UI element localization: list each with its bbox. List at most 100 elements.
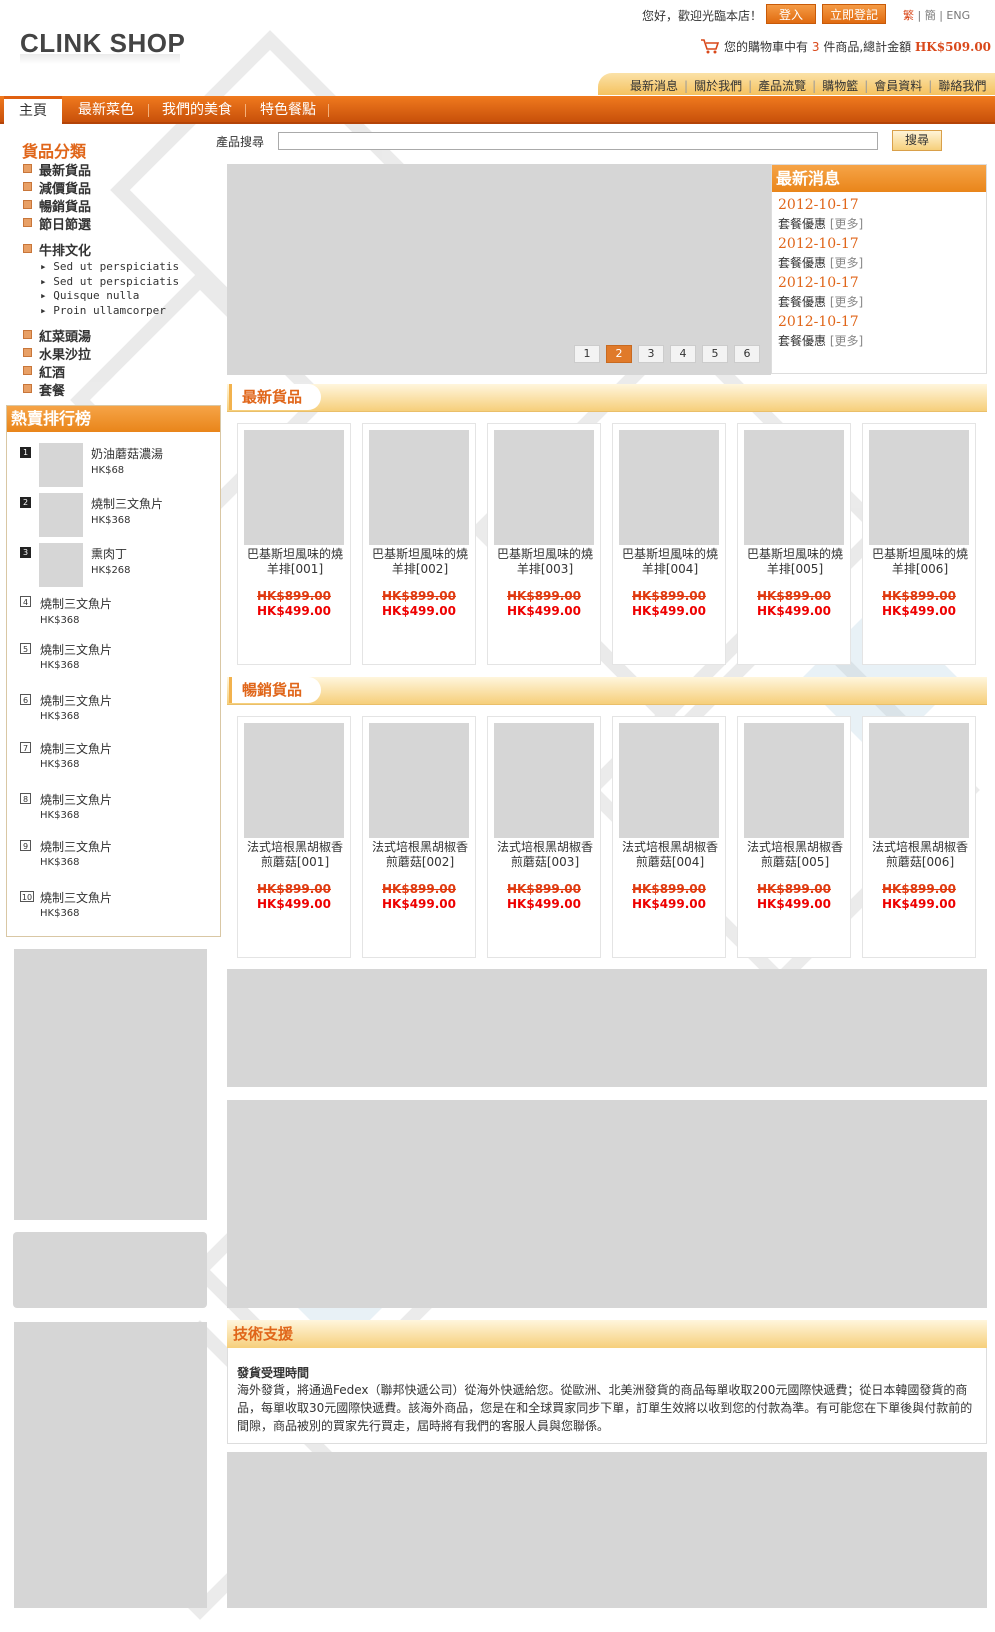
bullet-icon [23,330,32,339]
product-name[interactable]: 法式培根黑胡椒香煎蘑菇[002] [367,840,473,870]
link-basket[interactable]: 購物籃 [822,79,858,93]
ranking-item-name[interactable]: 燒制三文魚片 [40,791,112,808]
product-image[interactable] [869,430,969,545]
product-image[interactable] [244,723,344,838]
lang-english[interactable]: ENG [946,9,970,22]
tab-specials[interactable]: 特色餐點 [252,96,324,124]
category-festival[interactable]: 節日節選 [39,214,91,233]
product-name[interactable]: 法式培根黑胡椒香煎蘑菇[003] [492,840,598,870]
tab-our-food[interactable]: 我們的美食 [154,96,240,124]
product-name[interactable]: 巴基斯坦風味的燒羊排[001] [242,547,348,577]
product-card[interactable]: 法式培根黑胡椒香煎蘑菇[003] HK$899.00 HK$499.00 [487,716,601,958]
product-card[interactable]: 巴基斯坦風味的燒羊排[004] HK$899.00 HK$499.00 [612,423,726,665]
link-news[interactable]: 最新消息 [630,79,678,93]
product-image[interactable] [619,430,719,545]
product-card[interactable]: 巴基斯坦風味的燒羊排[006] HK$899.00 HK$499.00 [862,423,976,665]
ranking-item-name[interactable]: 燒制三文魚片 [40,692,112,709]
ranking-thumbnail[interactable] [39,543,83,587]
category-set-meal[interactable]: 套餐 [39,380,65,399]
news-item[interactable]: 套餐優惠 [更多] [778,293,863,310]
product-name[interactable]: 巴基斯坦風味的燒羊排[002] [367,547,473,577]
product-image[interactable] [744,723,844,838]
greeting-text: 您好，歡迎光臨本店！ [642,9,763,23]
cart-icon[interactable] [700,38,720,54]
login-button[interactable]: 登入 [766,4,816,24]
product-image[interactable] [494,723,594,838]
product-card[interactable]: 法式培根黑胡椒香煎蘑菇[006] HK$899.00 HK$499.00 [862,716,976,958]
product-image[interactable] [869,723,969,838]
product-card[interactable]: 法式培根黑胡椒香煎蘑菇[004] HK$899.00 HK$499.00 [612,716,726,958]
link-contact[interactable]: 聯絡我們 [938,79,986,93]
ranking-item-price: HK$368 [40,711,80,722]
register-button[interactable]: 立即登記 [822,4,886,24]
product-image[interactable] [369,723,469,838]
link-member[interactable]: 會員資料 [874,79,922,93]
news-item[interactable]: 套餐優惠 [更多] [778,254,863,271]
product-name[interactable]: 法式培根黑胡椒香煎蘑菇[004] [617,840,723,870]
product-name[interactable]: 巴基斯坦風味的燒羊排[005] [742,547,848,577]
tab-home[interactable]: 主頁 [4,96,62,124]
lang-simplified[interactable]: 簡 [925,9,936,22]
product-card[interactable]: 巴基斯坦風味的燒羊排[003] HK$899.00 HK$499.00 [487,423,601,665]
product-image[interactable] [494,430,594,545]
ranking-item-name[interactable]: 燒制三文魚片 [91,495,163,512]
category-fruit-salad[interactable]: 水果沙拉 [39,344,91,363]
product-card[interactable]: 巴基斯坦風味的燒羊排[002] HK$899.00 HK$499.00 [362,423,476,665]
search-button[interactable]: 搜尋 [892,130,942,151]
slider-page-6[interactable]: 6 [734,345,760,363]
lang-traditional[interactable]: 繁 [903,9,914,22]
slider-page-1[interactable]: 1 [574,345,600,363]
steak-sub-1[interactable]: ▸ Sed ut perspiciatis [40,260,179,273]
sidebar-banner-3[interactable] [14,1322,207,1608]
category-wine[interactable]: 紅酒 [39,362,65,381]
slider-page-3[interactable]: 3 [638,345,664,363]
product-image[interactable] [619,723,719,838]
product-name[interactable]: 巴基斯坦風味的燒羊排[006] [867,547,973,577]
main-banner-2[interactable] [227,1100,987,1308]
steak-sub-2[interactable]: ▸ Sed ut perspiciatis [40,275,179,288]
hero-slider[interactable] [227,164,771,375]
product-image[interactable] [744,430,844,545]
link-products[interactable]: 產品流覽 [758,79,806,93]
category-discount[interactable]: 減價貨品 [39,178,91,197]
product-name[interactable]: 巴基斯坦風味的燒羊排[003] [492,547,598,577]
product-name[interactable]: 法式培根黑胡椒香煎蘑菇[006] [867,840,973,870]
ranking-item-name[interactable]: 燒制三文魚片 [40,740,112,757]
search-input[interactable] [278,132,878,150]
product-name[interactable]: 法式培根黑胡椒香煎蘑菇[005] [742,840,848,870]
steak-sub-4[interactable]: ▸ Proin ullamcorper [40,304,166,317]
slider-page-4[interactable]: 4 [670,345,696,363]
ranking-item-name[interactable]: 熏肉丁 [91,545,127,562]
ranking-thumbnail[interactable] [39,493,83,537]
product-card[interactable]: 法式培根黑胡椒香煎蘑菇[005] HK$899.00 HK$499.00 [737,716,851,958]
sidebar-banner-1[interactable] [14,949,207,1220]
ranking-item-name[interactable]: 燒制三文魚片 [40,641,112,658]
ranking-item-name[interactable]: 奶油蘑菇濃湯 [91,445,163,462]
category-steak[interactable]: 牛排文化 [39,240,91,259]
ranking-item-name[interactable]: 燒制三文魚片 [40,595,112,612]
category-bestseller[interactable]: 暢銷貨品 [39,196,91,215]
tab-new-dishes[interactable]: 最新菜色 [70,96,142,124]
ranking-item-name[interactable]: 燒制三文魚片 [40,838,112,855]
product-card[interactable]: 巴基斯坦風味的燒羊排[001] HK$899.00 HK$499.00 [237,423,351,665]
product-card[interactable]: 法式培根黑胡椒香煎蘑菇[002] HK$899.00 HK$499.00 [362,716,476,958]
ranking-item-name[interactable]: 燒制三文魚片 [40,889,112,906]
category-latest[interactable]: 最新貨品 [39,160,91,179]
product-image[interactable] [369,430,469,545]
slider-page-2[interactable]: 2 [606,345,632,363]
product-image[interactable] [244,430,344,545]
ranking-thumbnail[interactable] [39,443,83,487]
main-banner-3[interactable] [227,1452,987,1608]
slider-page-5[interactable]: 5 [702,345,728,363]
product-name[interactable]: 法式培根黑胡椒香煎蘑菇[001] [242,840,348,870]
category-beet-soup[interactable]: 紅菜頭湯 [39,326,91,345]
main-banner-1[interactable] [227,969,987,1087]
news-item[interactable]: 套餐優惠 [更多] [778,215,863,232]
product-name[interactable]: 巴基斯坦風味的燒羊排[004] [617,547,723,577]
news-item[interactable]: 套餐優惠 [更多] [778,332,863,349]
link-about[interactable]: 關於我們 [694,79,742,93]
steak-sub-3[interactable]: ▸ Quisque nulla [40,289,139,302]
product-card[interactable]: 巴基斯坦風味的燒羊排[005] HK$899.00 HK$499.00 [737,423,851,665]
sidebar-banner-2[interactable] [13,1232,207,1308]
product-card[interactable]: 法式培根黑胡椒香煎蘑菇[001] HK$899.00 HK$499.00 [237,716,351,958]
